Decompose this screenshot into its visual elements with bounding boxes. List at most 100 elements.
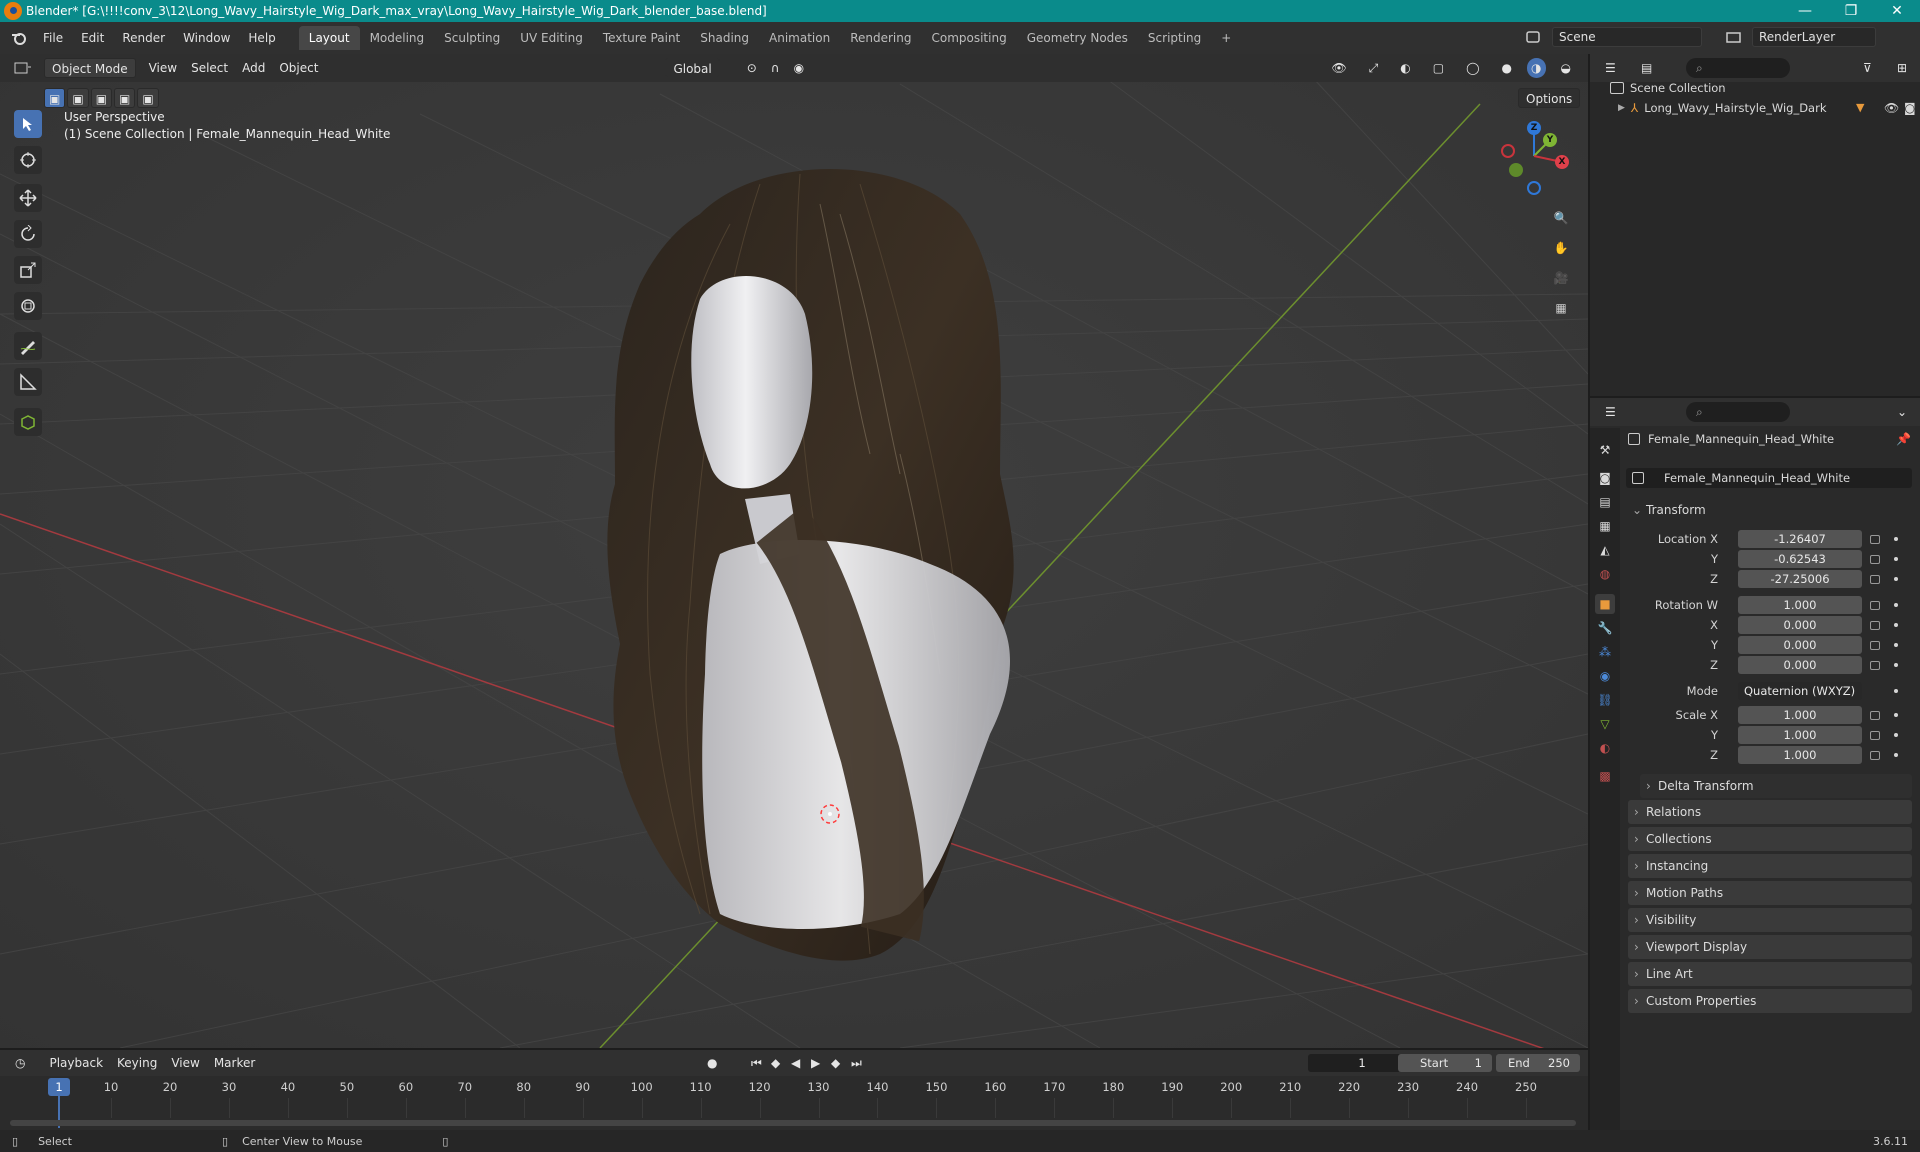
- particles-tab-icon[interactable]: ⁂: [1595, 642, 1615, 662]
- lock-rotation-z-icon[interactable]: [1870, 661, 1880, 670]
- visibility-panel[interactable]: Visibility: [1628, 908, 1912, 932]
- menu-help[interactable]: Help: [239, 27, 284, 49]
- lock-location-z-icon[interactable]: [1870, 575, 1880, 584]
- render-camera-icon[interactable]: ◙: [1904, 98, 1916, 118]
- outliner-row-item[interactable]: ▶ ⅄ Long_Wavy_Hairstyle_Wig_Dark ▼ 👁 ◙: [1618, 98, 1916, 118]
- gizmo-y-axis[interactable]: Y: [1543, 133, 1557, 147]
- outliner-editor-icon[interactable]: ☰: [1598, 58, 1623, 78]
- keyframe-scale-x[interactable]: [1894, 713, 1898, 717]
- rendered-shading-icon[interactable]: ◒: [1554, 58, 1578, 78]
- keyframe-scale-y[interactable]: [1894, 733, 1898, 737]
- measure-tool-icon[interactable]: [14, 368, 42, 396]
- gizmo-neg-x[interactable]: [1501, 144, 1515, 158]
- menu-window[interactable]: Window: [174, 27, 239, 49]
- select-intersect-icon[interactable]: ▣: [137, 88, 159, 108]
- orientation-selector[interactable]: Global: [665, 58, 720, 78]
- xray-icon[interactable]: ▢: [1426, 58, 1451, 78]
- lock-location-x-icon[interactable]: [1870, 535, 1880, 544]
- lock-location-y-icon[interactable]: [1870, 555, 1880, 564]
- location-x-field[interactable]: -1.26407: [1738, 530, 1862, 548]
- filter-funnel-icon[interactable]: ▼: [1856, 98, 1864, 118]
- tab-sculpting[interactable]: Sculpting: [434, 26, 510, 50]
- tab-modeling[interactable]: Modeling: [360, 26, 435, 50]
- line-art-panel[interactable]: Line Art: [1628, 962, 1912, 986]
- select-extend-icon[interactable]: ▣: [67, 88, 89, 108]
- rotation-z-field[interactable]: 0.000: [1738, 656, 1862, 674]
- select-new-icon[interactable]: ▣: [44, 88, 66, 108]
- rotation-x-field[interactable]: 0.000: [1738, 616, 1862, 634]
- data-tab-icon[interactable]: ▽: [1595, 714, 1615, 734]
- outliner-row-scene-collection[interactable]: Scene Collection: [1610, 78, 1726, 98]
- tab-animation[interactable]: Animation: [759, 26, 840, 50]
- outliner-search-input[interactable]: ⌕: [1686, 58, 1790, 78]
- scale-tool-icon[interactable]: [14, 256, 42, 284]
- tab-compositing[interactable]: Compositing: [921, 26, 1016, 50]
- move-tool-icon[interactable]: [14, 184, 42, 212]
- zoom-icon[interactable]: 🔍: [1548, 205, 1574, 231]
- visibility-eye-icon[interactable]: 👁: [1884, 98, 1899, 118]
- add-menu[interactable]: Add: [235, 58, 272, 78]
- view-layer-selector[interactable]: RenderLayer: [1752, 27, 1876, 47]
- close-button[interactable]: ✕: [1874, 0, 1920, 22]
- scale-y-field[interactable]: 1.000: [1738, 726, 1862, 744]
- new-collection-icon[interactable]: ⊞: [1890, 58, 1914, 78]
- object-tab-icon[interactable]: ■: [1595, 594, 1615, 614]
- keyframe-location-x[interactable]: [1894, 537, 1898, 541]
- keyframe-rotation-w[interactable]: [1894, 603, 1898, 607]
- object-menu[interactable]: Object: [272, 58, 325, 78]
- 3d-viewport[interactable]: Object Mode View Select Add Object Globa…: [0, 54, 1588, 1048]
- gizmo-neg-y[interactable]: [1509, 163, 1523, 177]
- rotation-y-field[interactable]: 0.000: [1738, 636, 1862, 654]
- maximize-button[interactable]: ❐: [1828, 0, 1874, 22]
- expand-arrow-icon[interactable]: ▶: [1618, 98, 1625, 118]
- menu-render[interactable]: Render: [113, 27, 174, 49]
- rotation-w-field[interactable]: 1.000: [1738, 596, 1862, 614]
- instancing-panel[interactable]: Instancing: [1628, 854, 1912, 878]
- mode-selector[interactable]: Object Mode: [44, 58, 136, 78]
- timeline-editor[interactable]: ◷ Playback Keying View Marker ● ⏮ ◆ ◀ ▶ …: [0, 1050, 1588, 1130]
- menu-file[interactable]: File: [34, 27, 72, 49]
- blender-menu-icon[interactable]: [8, 27, 30, 49]
- keyframe-rotation-y[interactable]: [1894, 643, 1898, 647]
- gizmo-neg-z[interactable]: [1527, 181, 1541, 195]
- camera-view-icon[interactable]: 🎥: [1548, 265, 1574, 291]
- timeline-ruler[interactable]: 10 20 30 40 50 60 70 80 90 100 110 120 130 140 150 160 1…: [0, 1050, 1588, 1130]
- add-workspace-button[interactable]: +: [1211, 26, 1241, 50]
- keyframe-location-y[interactable]: [1894, 557, 1898, 561]
- cursor-tool-icon[interactable]: [14, 146, 42, 174]
- gizmo-z-axis[interactable]: Z: [1527, 121, 1541, 135]
- tab-rendering[interactable]: Rendering: [840, 26, 921, 50]
- custom-properties-panel[interactable]: Custom Properties: [1628, 989, 1912, 1013]
- editor-type-icon[interactable]: [8, 58, 38, 78]
- select-invert-icon[interactable]: ▣: [114, 88, 136, 108]
- add-cube-tool-icon[interactable]: [14, 408, 42, 436]
- view-layer-icon[interactable]: [1724, 27, 1746, 47]
- navigation-gizmo[interactable]: Z Y X: [1492, 116, 1572, 196]
- gizmo-x-axis[interactable]: X: [1555, 155, 1569, 169]
- select-box-tool-icon[interactable]: [14, 110, 42, 138]
- menu-edit[interactable]: Edit: [72, 27, 113, 49]
- annotate-tool-icon[interactable]: [14, 332, 42, 360]
- properties-options-icon[interactable]: ⌄: [1890, 402, 1914, 422]
- rotation-mode-dropdown[interactable]: Quaternion (WXYZ): [1738, 682, 1862, 700]
- tab-uv-editing[interactable]: UV Editing: [510, 26, 593, 50]
- keyframe-mode[interactable]: [1894, 689, 1898, 693]
- wireframe-shading-icon[interactable]: ◯: [1459, 58, 1486, 78]
- display-mode-icon[interactable]: ▤: [1634, 58, 1659, 78]
- keyframe-scale-z[interactable]: [1894, 753, 1898, 757]
- material-shading-icon[interactable]: ◑: [1527, 58, 1546, 78]
- delta-transform-subpanel[interactable]: Delta Transform: [1640, 774, 1912, 798]
- tab-geometry-nodes[interactable]: Geometry Nodes: [1017, 26, 1138, 50]
- view-menu[interactable]: View: [142, 58, 184, 78]
- lock-scale-z-icon[interactable]: [1870, 751, 1880, 760]
- location-y-field[interactable]: -0.62543: [1738, 550, 1862, 568]
- scene-selector[interactable]: Scene: [1552, 27, 1702, 47]
- collections-panel[interactable]: Collections: [1628, 827, 1912, 851]
- lock-scale-x-icon[interactable]: [1870, 711, 1880, 720]
- tool-tab-icon[interactable]: ⚒: [1595, 440, 1615, 460]
- output-tab-icon[interactable]: ▤: [1595, 492, 1615, 512]
- properties-search-input[interactable]: ⌕: [1686, 402, 1790, 422]
- pan-hand-icon[interactable]: ✋: [1548, 235, 1574, 261]
- filter-icon[interactable]: ⊽: [1856, 58, 1879, 78]
- select-menu[interactable]: Select: [184, 58, 235, 78]
